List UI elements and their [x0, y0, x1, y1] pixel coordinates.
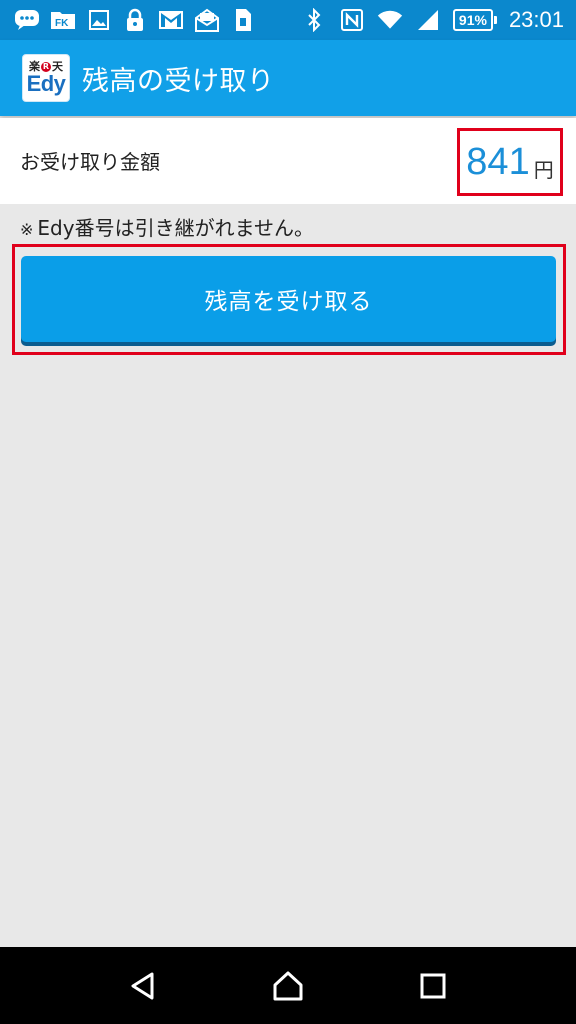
page-title: 残高の受け取り: [82, 65, 275, 97]
amount-value: 841: [466, 140, 530, 183]
signal-icon: [415, 7, 441, 33]
back-icon[interactable]: [113, 956, 173, 1016]
bluetooth-icon: [301, 7, 327, 33]
nfc-icon: [339, 7, 365, 33]
note-mark: ※: [20, 220, 34, 239]
recents-icon[interactable]: [403, 956, 463, 1016]
app-bar: 楽 R 天 Edy 残高の受け取り: [0, 40, 576, 116]
gmail-icon: [158, 7, 184, 33]
home-icon[interactable]: [258, 956, 318, 1016]
rakuten-edy-logo: 楽 R 天 Edy: [22, 54, 70, 102]
sim-card-icon: [230, 7, 256, 33]
navigation-bar: [0, 947, 576, 1024]
battery-percent: 91%: [452, 9, 493, 31]
chat-bubble-icon: [14, 7, 40, 33]
amount-label: お受け取り金額: [20, 150, 160, 174]
status-bar: FK 91% 23:01: [0, 0, 576, 40]
receive-balance-button[interactable]: 残高を受け取る: [21, 256, 556, 342]
wifi-icon: [377, 7, 403, 33]
fk-folder-icon: FK: [50, 7, 76, 33]
note-text: ※ Edy番号は引き継がれません。: [20, 212, 314, 241]
svg-text:FK: FK: [55, 18, 69, 29]
note-message: Edy番号は引き継がれません。: [37, 216, 314, 240]
image-icon: [86, 7, 112, 33]
amount-unit: 円: [533, 157, 554, 182]
amount-row: お受け取り金額 841 円: [0, 118, 576, 204]
status-clock: 23:01: [508, 7, 564, 32]
logo-text-edy: Edy: [26, 71, 66, 96]
amount-highlight-frame: 841 円: [457, 128, 563, 196]
battery-indicator: 91%: [452, 9, 497, 31]
lock-icon: [122, 7, 148, 33]
email-icon: [194, 7, 220, 33]
